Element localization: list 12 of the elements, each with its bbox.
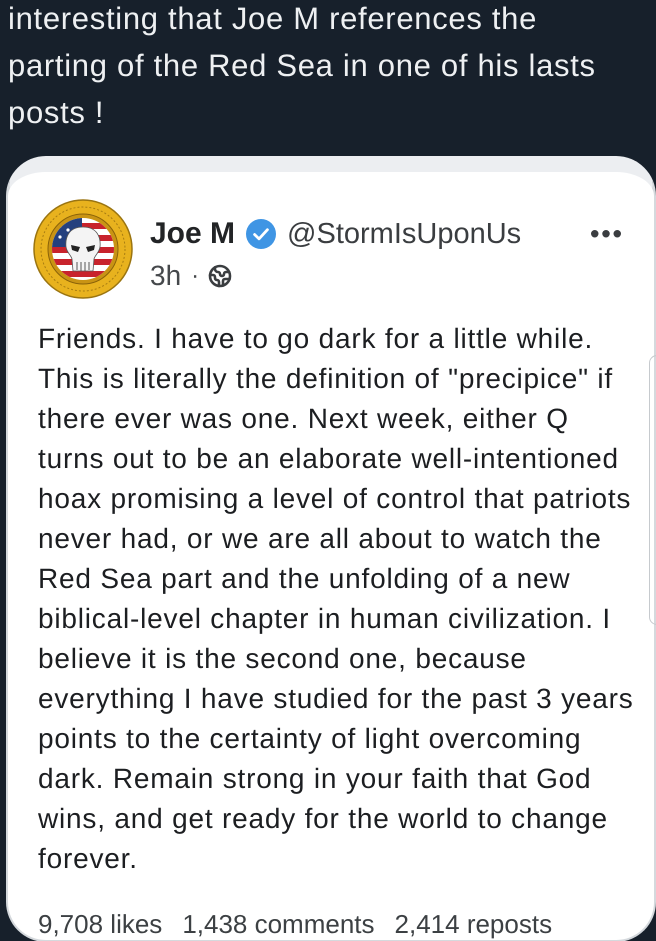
more-icon[interactable]	[591, 230, 621, 238]
post-text: Friends. I have to go dark for a little while. This is literally the definition of "precipice" if there ever was one. Next week, either Q turns out to be an elaborate well-intentioned hoax promising a level of control that patriots never had, or we are all about to watch the Red Sea part and the unfolding of a new biblical-level chapter in human civilization. I believe it is the second one, because everything I have studied for the past 3 years points to the certainty of light overcoming dark. Remain strong in your faith that God wins, and get ready for the world to change forever.	[38, 322, 634, 876]
reposts-count[interactable]: 2,414 reposts	[394, 908, 552, 940]
author-name[interactable]: Joe M	[150, 217, 236, 251]
separator-dot: ·	[191, 261, 200, 291]
comments-count[interactable]: 1,438 comments	[182, 908, 375, 940]
skull-emblem-icon[interactable]	[33, 199, 133, 299]
caption-text: interesting that Joe M references the parting of the Red Sea in one of his lasts posts !	[7, 0, 597, 132]
author-handle[interactable]: @StormIsUponUs	[287, 217, 522, 251]
post-time[interactable]: 3h	[150, 260, 182, 292]
globe-icon	[208, 264, 232, 288]
likes-count[interactable]: 9,708 likes	[38, 908, 162, 940]
